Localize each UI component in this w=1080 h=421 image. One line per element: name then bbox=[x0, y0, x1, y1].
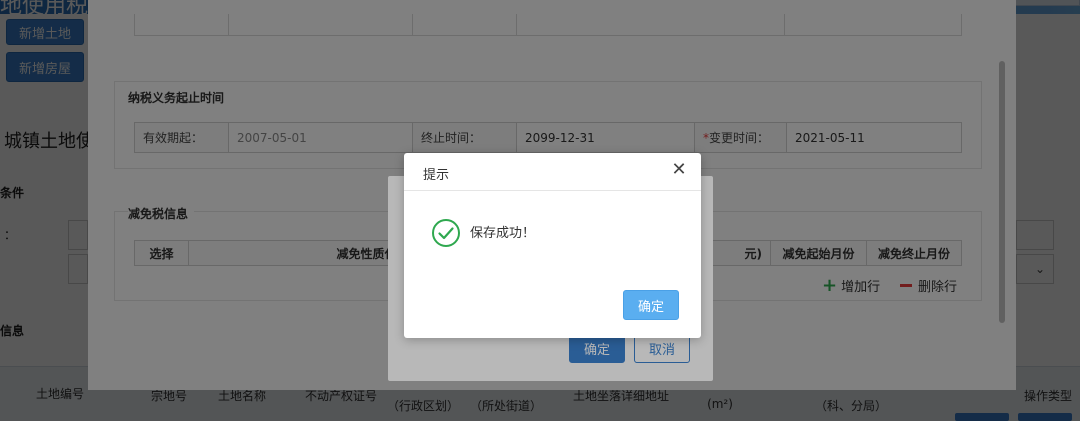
alert-dialog: 提示 ✕ 保存成功！ 确定 bbox=[404, 153, 701, 338]
alert-ok-button[interactable]: 确定 bbox=[623, 290, 679, 320]
alert-divider bbox=[404, 190, 701, 191]
alert-message: 保存成功！ bbox=[470, 226, 536, 241]
check-circle-icon bbox=[432, 219, 460, 247]
close-icon[interactable]: ✕ bbox=[671, 161, 687, 179]
alert-title: 提示 bbox=[423, 168, 450, 183]
